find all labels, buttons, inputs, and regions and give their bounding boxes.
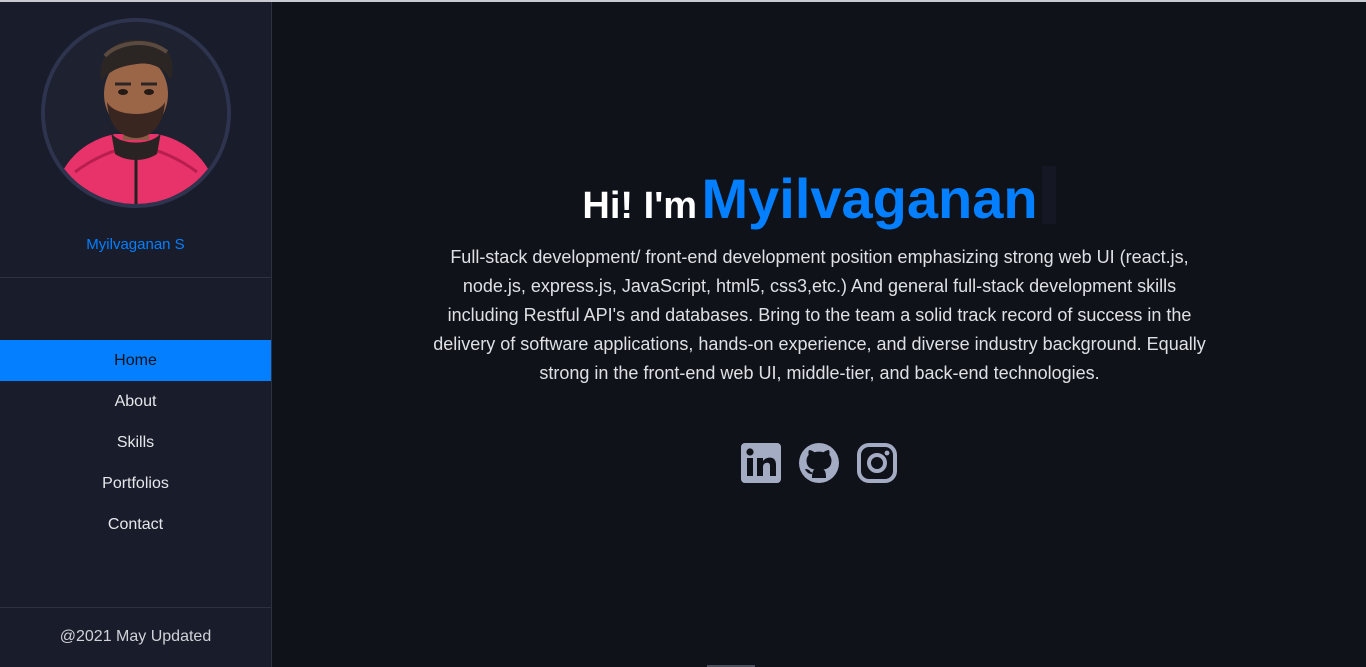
hero-title: Hi! I'm Myilvaganan bbox=[272, 166, 1366, 231]
github-icon[interactable] bbox=[798, 442, 840, 484]
typing-cursor bbox=[1041, 166, 1056, 224]
avatar-photo bbox=[45, 22, 227, 204]
profile-name[interactable]: Myilvaganan S bbox=[0, 235, 271, 255]
sidebar: Myilvaganan S Home About Skills Portfoli… bbox=[0, 2, 272, 667]
profile-section: Myilvaganan S bbox=[0, 2, 271, 278]
nav-item-home[interactable]: Home bbox=[0, 340, 271, 381]
hero-name: Myilvaganan bbox=[701, 167, 1038, 230]
hero-description: Full-stack development/ front-end develo… bbox=[433, 247, 1206, 383]
avatar bbox=[41, 18, 231, 208]
social-links bbox=[272, 442, 1366, 484]
sidebar-nav: Home About Skills Portfolios Contact bbox=[0, 340, 271, 545]
sidebar-footer: @2021 May Updated bbox=[0, 607, 271, 667]
hero-greeting: Hi! I'm bbox=[582, 185, 698, 227]
linkedin-icon[interactable] bbox=[740, 442, 782, 484]
instagram-icon[interactable] bbox=[856, 442, 898, 484]
portfolio-page: Myilvaganan S Home About Skills Portfoli… bbox=[0, 0, 1366, 667]
main-content: Hi! I'm Myilvaganan Full-stack developme… bbox=[272, 2, 1366, 667]
nav-item-contact[interactable]: Contact bbox=[0, 504, 271, 545]
nav-item-about[interactable]: About bbox=[0, 381, 271, 422]
nav-item-portfolios[interactable]: Portfolios bbox=[0, 463, 271, 504]
nav-item-skills[interactable]: Skills bbox=[0, 422, 271, 463]
footer-text: @2021 May Updated bbox=[59, 628, 212, 645]
